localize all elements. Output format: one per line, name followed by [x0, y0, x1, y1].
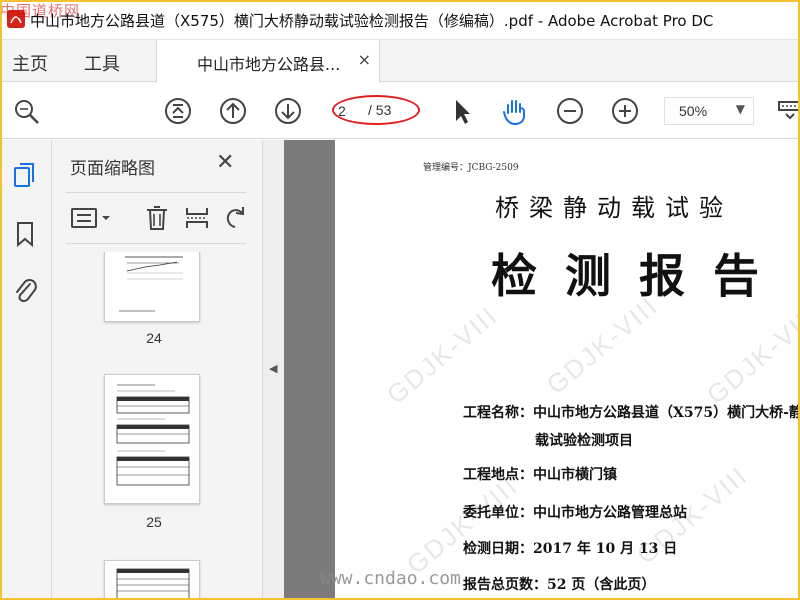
select-arrow-icon[interactable]	[448, 97, 476, 125]
window-title: 中山市地方公路县道（X575）横门大桥静动载试验检测报告（修编稿）.pdf - …	[30, 12, 714, 30]
page-watermark: GDJK-VIII	[700, 300, 800, 411]
zoom-out-icon[interactable]	[556, 97, 584, 125]
pdf-page: GDJK-VIII GDJK-VIII GDJK-VIII GDJK-VIII …	[335, 140, 800, 600]
field-label: 工程地点：	[463, 467, 533, 483]
page-watermark: GDJK-VIII	[400, 470, 524, 581]
toolbar: / 53 50% ▼	[0, 83, 800, 139]
site-watermark: www.cndao.com	[320, 568, 461, 589]
field-client: 委托单位：中山市地方公路管理总站	[463, 502, 687, 522]
field-location: 工程地点：中山市横门镇	[463, 464, 617, 484]
thumbnail-panel: 页面缩略图 ✕ 24 25	[52, 140, 304, 600]
thumbnail-options-icon[interactable]	[70, 205, 114, 231]
thumbnail-page-number: 25	[146, 514, 162, 530]
highlight-ellipse	[332, 95, 420, 125]
panel-splitter[interactable]: ◀	[262, 140, 284, 600]
delete-icon[interactable]	[144, 205, 170, 231]
zoom-value: 50%	[679, 103, 708, 119]
thumbnail-list: 24 25	[66, 252, 234, 600]
field-label: 工程名称：	[463, 405, 533, 421]
insert-pages-icon[interactable]	[184, 205, 210, 231]
zoom-select[interactable]: 50% ▼	[664, 97, 754, 125]
panel-toolbar	[66, 192, 246, 244]
collapse-panel-icon[interactable]: ◀	[269, 362, 277, 375]
left-rail	[0, 140, 52, 600]
page-watermark: GDJK-VIII	[540, 290, 664, 401]
more-tools-icon[interactable]	[776, 97, 800, 125]
field-value: 中山市地方公路管理总站	[533, 505, 687, 521]
hand-tool-icon[interactable]	[501, 97, 529, 125]
management-number: 管理编号：JCBG-2509	[423, 163, 519, 173]
zoom-in-icon[interactable]	[611, 97, 639, 125]
tab-document-label: 中山市地方公路县...	[197, 55, 341, 74]
rotate-icon[interactable]	[222, 205, 248, 231]
zoom-caret-icon: ▼	[735, 102, 745, 116]
page-thumbnail[interactable]	[104, 374, 200, 504]
field-project-name-continued: 载试验检测项目	[535, 433, 633, 449]
first-page-icon[interactable]	[164, 97, 192, 125]
page-thumbnail[interactable]	[104, 252, 200, 322]
document-subtitle: 桥梁静动载试验	[495, 194, 733, 222]
page-watermark: GDJK-VIII	[380, 300, 504, 411]
field-value: 2017 年 10 月 13 日	[533, 541, 678, 557]
tab-document[interactable]: 中山市地方公路县... ×	[156, 40, 380, 83]
next-page-icon[interactable]	[274, 97, 302, 125]
panel-title: 页面缩略图	[70, 159, 155, 179]
field-label: 委托单位：	[463, 505, 533, 521]
bookmark-icon[interactable]	[12, 220, 38, 248]
page-navigator: / 53	[332, 95, 420, 125]
field-project-name: 工程名称：中山市地方公路县道（X575）横门大桥-静	[463, 402, 800, 422]
page-thumbnails-icon[interactable]	[12, 162, 38, 190]
title-bar: 中国道桥网 中山市地方公路县道（X575）横门大桥静动载试验检测报告（修编稿）.…	[0, 0, 800, 40]
field-label: 报告总页数：	[463, 577, 547, 593]
document-title: 检测报告	[491, 249, 787, 303]
field-label: 检测日期：	[463, 541, 533, 557]
search-icon[interactable]	[12, 97, 40, 125]
thumbnail-content	[116, 568, 190, 600]
page-thumbnail[interactable]	[104, 560, 200, 600]
tab-tools[interactable]: 工具	[84, 50, 120, 76]
field-value: 中山市横门镇	[533, 467, 617, 483]
thumbnail-content	[116, 384, 190, 486]
attachment-icon[interactable]	[12, 276, 38, 304]
field-total-pages: 报告总页数：52 页（含此页）	[463, 574, 655, 594]
field-value: 52 页（含此页）	[547, 577, 656, 593]
thumbnail-content	[119, 256, 183, 312]
field-test-date: 检测日期：2017 年 10 月 13 日	[463, 538, 677, 558]
panel-close-icon[interactable]: ✕	[216, 150, 234, 175]
tab-close-icon[interactable]: ×	[358, 50, 371, 69]
prev-page-icon[interactable]	[219, 97, 247, 125]
tab-bar: 主页 工具	[0, 40, 800, 82]
field-value: 中山市地方公路县道（X575）横门大桥-静	[533, 405, 800, 421]
thumbnail-page-number: 24	[146, 330, 162, 346]
tab-home[interactable]: 主页	[12, 50, 48, 76]
